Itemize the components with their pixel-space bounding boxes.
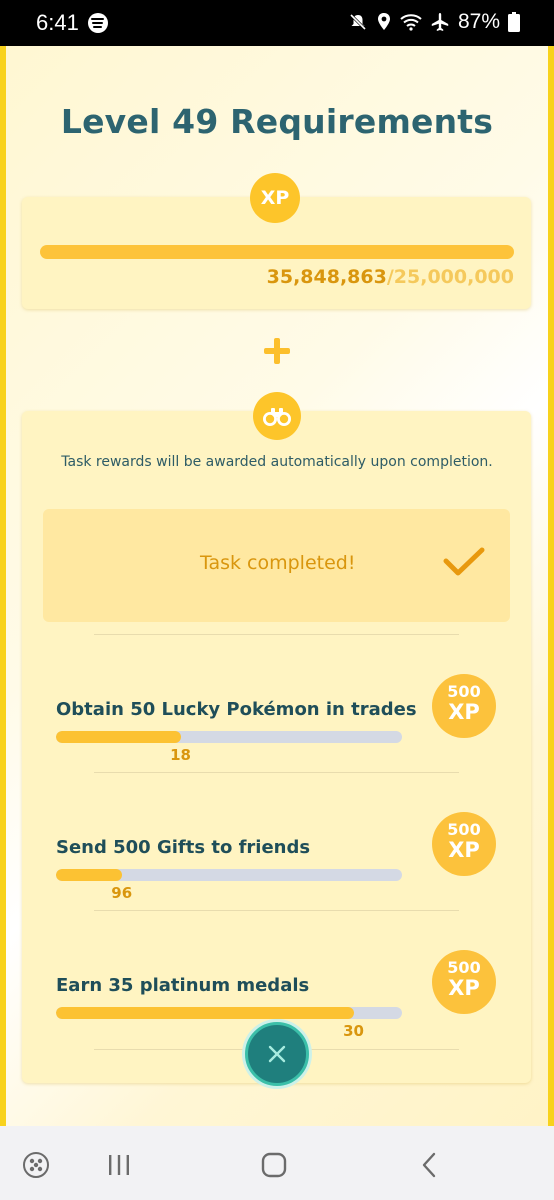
divider: [94, 772, 459, 773]
reward-xp-badge: 500 XP: [432, 674, 496, 738]
status-time: 6:41: [36, 10, 79, 35]
task-completed-label: Task completed!: [200, 552, 356, 574]
reward-xp-badge: 500 XP: [432, 950, 496, 1014]
game-launcher-icon[interactable]: [19, 1148, 53, 1182]
back-icon[interactable]: [412, 1148, 446, 1182]
xp-target: 25,000,000: [393, 266, 514, 288]
reward-xp-badge: 500 XP: [432, 812, 496, 876]
xp-separator: /: [386, 266, 394, 288]
reward-amount: 500: [447, 682, 481, 701]
frame-border-right: [548, 46, 554, 1126]
close-button[interactable]: [245, 1022, 309, 1086]
task-progress-fill: [56, 1007, 354, 1019]
reward-unit: XP: [448, 700, 480, 724]
task-progress-bar: [56, 731, 402, 743]
airplane-icon: [431, 13, 449, 31]
divider: [94, 634, 459, 635]
divider: [94, 910, 459, 911]
wifi-icon: [400, 14, 422, 31]
system-nav-bar: [0, 1126, 554, 1200]
task-progress-count: 96: [111, 884, 133, 902]
xp-progress-count: 35,848,863/25,000,000: [267, 266, 514, 288]
checkmark-icon: [443, 547, 485, 576]
task-progress-fill: [56, 731, 181, 743]
task-progress-bar: [56, 1007, 402, 1019]
status-bar: 6:41 87%: [0, 0, 554, 46]
status-icons: 87%: [348, 10, 520, 34]
task-title: Obtain 50 Lucky Pokémon in trades: [56, 699, 417, 720]
task-completed-banner: Task completed!: [43, 509, 510, 622]
page-title: Level 49 Requirements: [60, 102, 494, 141]
task-progress-count: 30: [343, 1022, 364, 1040]
frame-border-left: [0, 46, 6, 1126]
xp-current: 35,848,863: [266, 266, 387, 288]
app-screen: Level 49 Requirements XP 35,848,863/25,0…: [0, 46, 554, 1126]
location-icon: [377, 13, 390, 30]
xp-progress-fill: [40, 245, 514, 259]
xp-progress-bar: [40, 245, 514, 259]
task-rewards-info: Task rewards will be awarded automatical…: [61, 454, 493, 470]
close-icon: [268, 1045, 286, 1063]
reward-amount: 500: [447, 820, 481, 839]
xp-badge-icon: XP: [250, 173, 300, 223]
mute-icon: [349, 13, 367, 31]
battery-icon: [508, 12, 520, 32]
binoculars-icon: [253, 392, 301, 440]
reward-unit: XP: [448, 838, 480, 862]
reward-amount: 500: [447, 958, 481, 977]
task-title: Earn 35 platinum medals: [56, 975, 310, 996]
reward-unit: XP: [448, 976, 480, 1000]
spotify-icon: [88, 13, 108, 33]
task-progress-bar: [56, 869, 402, 881]
task-progress-count: 18: [170, 746, 191, 764]
recent-apps-icon[interactable]: [102, 1148, 136, 1182]
task-progress-fill: [56, 869, 122, 881]
home-icon[interactable]: [257, 1148, 291, 1182]
plus-icon: [262, 336, 292, 366]
battery-percent: 87%: [457, 10, 500, 33]
task-title: Send 500 Gifts to friends: [56, 837, 311, 858]
